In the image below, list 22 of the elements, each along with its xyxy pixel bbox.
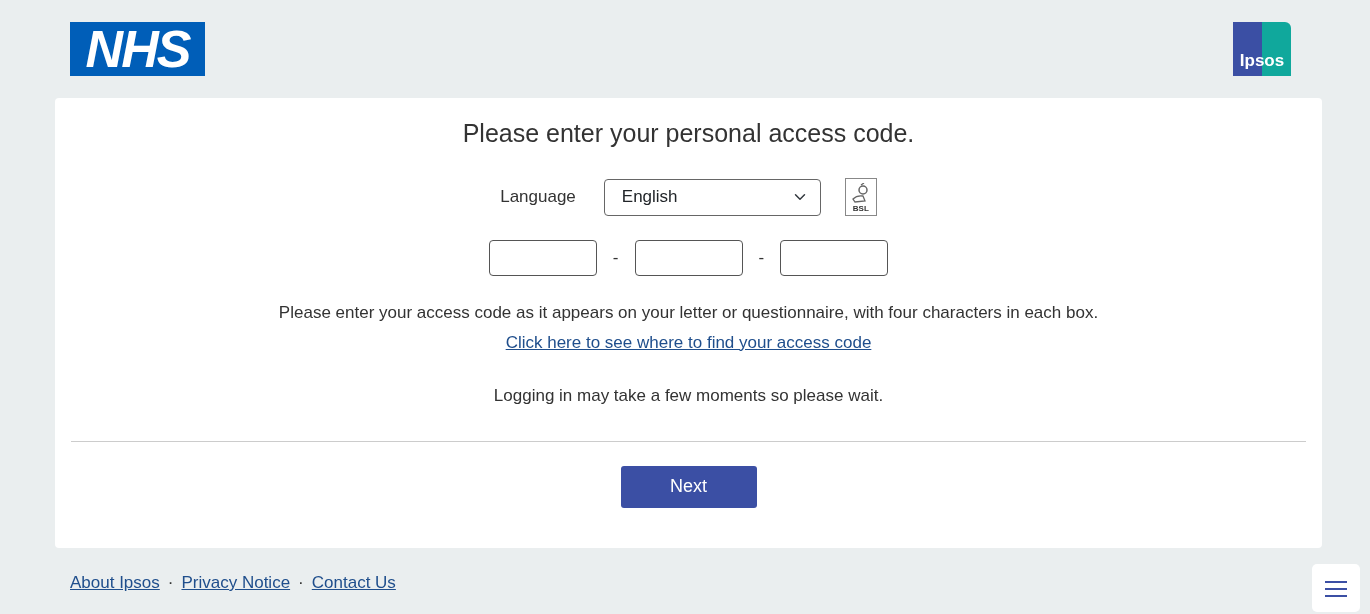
menu-icon [1325, 580, 1347, 597]
menu-button[interactable] [1312, 564, 1360, 612]
footer-link[interactable]: Privacy Notice [181, 570, 291, 596]
nhs-logo: NHS [70, 22, 205, 76]
footer-link[interactable]: About Ipsos [70, 570, 160, 596]
separator-text: - [612, 247, 619, 270]
next-button[interactable]: Next [620, 465, 757, 508]
wait-note: Logging in may take a few moments so please wait. [492, 385, 885, 407]
code-field[interactable] [780, 240, 889, 276]
code-field[interactable] [634, 240, 743, 276]
separator-text: · [298, 572, 304, 594]
bsl-icon[interactable]: BSL [844, 178, 877, 216]
instructions-text: Please enter your access code as it appears on your letter or questionnaire, with four characters in each box. [277, 302, 1100, 324]
language-label: Language [500, 186, 576, 209]
ipsos-logo: Ipsos [1233, 22, 1291, 76]
separator-text: · [167, 572, 174, 594]
footer-link[interactable]: Contact Us [311, 570, 396, 596]
page-heading: Please enter your personal access code. [461, 118, 916, 148]
separator-text: - [758, 247, 765, 270]
code-field[interactable] [488, 240, 597, 276]
language-select[interactable]: English [603, 178, 821, 216]
help-link[interactable]: Click here to see where to find your access code [505, 329, 872, 355]
